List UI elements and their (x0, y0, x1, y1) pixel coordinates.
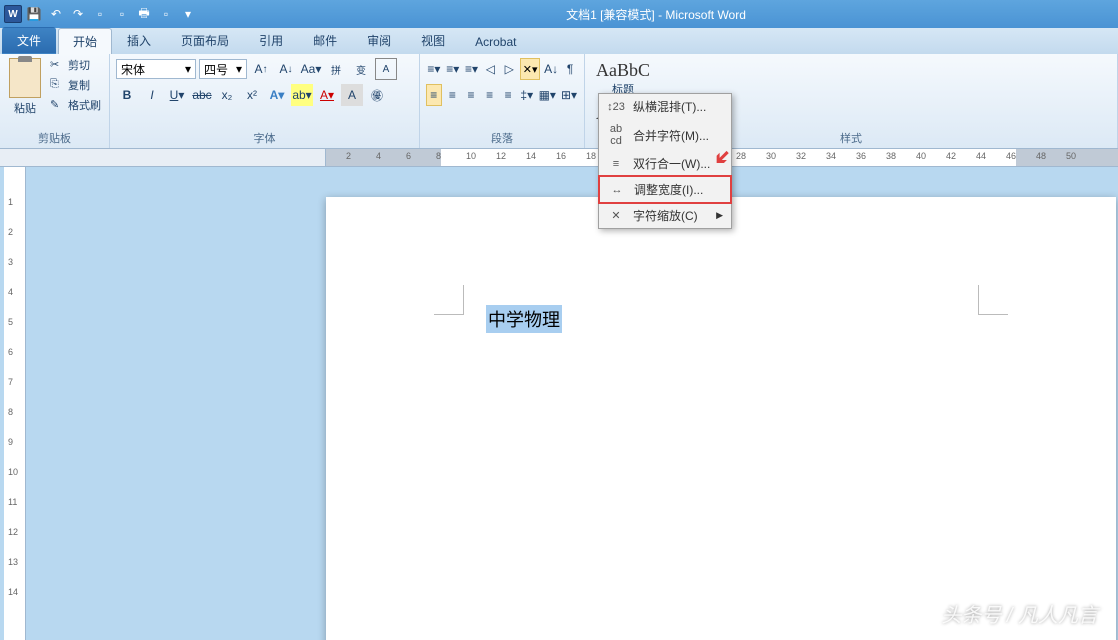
subscript-button[interactable]: x₂ (216, 84, 238, 106)
qat-icon[interactable]: ▫ (156, 4, 176, 24)
copy-button[interactable]: 复制 (48, 76, 103, 94)
fit-width-item[interactable]: ↔调整宽度(I)... (598, 175, 732, 204)
bullets-button[interactable]: ≡▾ (426, 58, 442, 80)
character-shading-button[interactable]: A (341, 84, 363, 106)
multilevel-button[interactable]: ≡▾ (464, 58, 480, 80)
margin-corner-icon (978, 285, 1008, 315)
numbering-button[interactable]: ≡▾ (445, 58, 461, 80)
increase-indent-button[interactable]: ▷ (501, 58, 517, 80)
tab-home[interactable]: 开始 (58, 28, 112, 54)
watermark-text: 头条号 / 凡人凡言 (941, 599, 1098, 628)
qat-icon[interactable]: ▫ (112, 4, 132, 24)
align-center-button[interactable]: ≡ (445, 84, 461, 106)
change-case-button[interactable]: Aa▾ (300, 58, 322, 80)
align-left-button[interactable]: ≡ (426, 84, 442, 106)
quick-access-toolbar: W 💾 ↶ ↷ ▫ ▫ 🖶 ▫ ▾ (4, 4, 198, 24)
twolines-icon: ≡ (607, 158, 625, 170)
shrink-font-button[interactable]: A↓ (275, 58, 297, 80)
strikethrough-button[interactable]: abc (191, 84, 213, 106)
font-group: 宋体▾ 四号▾ A↑ A↓ Aa▾ 拼 变 A B I U▾ abc x₂ x²… (110, 54, 420, 148)
borders-button[interactable]: ⊞▾ (560, 84, 578, 106)
char-scale-item[interactable]: ✕字符缩放(C)▶ (599, 203, 731, 228)
horizontal-ruler[interactable]: 2246810121416182022242628303234363840424… (0, 149, 1118, 167)
fitwidth-icon: ↔ (608, 184, 626, 196)
vertical-text-item[interactable]: ↕23纵横混排(T)... (599, 94, 731, 119)
paste-label: 粘贴 (14, 103, 36, 115)
qat-icon[interactable]: ▫ (90, 4, 110, 24)
chevron-down-icon: ▾ (236, 62, 242, 76)
font-label: 字体 (110, 128, 419, 148)
chevron-down-icon: ▾ (185, 62, 191, 76)
save-icon[interactable]: 💾 (24, 4, 44, 24)
text-effects-button[interactable]: A▾ (266, 84, 288, 106)
tab-acrobat[interactable]: Acrobat (460, 30, 531, 54)
asian-layout-dropdown: ↕23纵横混排(T)... abcd合并字符(M)... ≡双行合一(W)...… (598, 93, 732, 229)
document-page[interactable]: 中学物理 (326, 197, 1116, 640)
paragraph-label: 段落 (420, 128, 584, 148)
paste-button[interactable]: 粘贴 (6, 56, 44, 116)
brush-icon (50, 98, 64, 112)
undo-icon[interactable]: ↶ (46, 4, 66, 24)
character-border-button[interactable]: A (375, 58, 397, 80)
decrease-indent-button[interactable]: ◁ (482, 58, 498, 80)
superscript-button[interactable]: x² (241, 84, 263, 106)
enclose-char-button[interactable]: ㊝ (366, 84, 388, 106)
font-name-combo[interactable]: 宋体▾ (116, 59, 196, 79)
ribbon: 粘贴 剪切 复制 格式刷 剪贴板 宋体▾ 四号▾ A↑ A↓ Aa▾ 拼 变 A… (0, 54, 1118, 149)
clipboard-group: 粘贴 剪切 复制 格式刷 剪贴板 (0, 54, 110, 148)
title-bar: W 💾 ↶ ↷ ▫ ▫ 🖶 ▫ ▾ 文档1 [兼容模式] - Microsoft… (0, 0, 1118, 28)
tab-layout[interactable]: 页面布局 (166, 27, 244, 54)
underline-button[interactable]: U▾ (166, 84, 188, 106)
selected-text[interactable]: 中学物理 (486, 305, 562, 333)
line-spacing-button[interactable]: ‡▾ (519, 84, 535, 106)
font-size-combo[interactable]: 四号▾ (199, 59, 247, 79)
align-right-button[interactable]: ≡ (463, 84, 479, 106)
grow-font-button[interactable]: A↑ (250, 58, 272, 80)
justify-button[interactable]: ≡ (482, 84, 498, 106)
tab-references[interactable]: 引用 (244, 27, 298, 54)
bold-button[interactable]: B (116, 84, 138, 106)
sort-button[interactable]: A↓ (543, 58, 559, 80)
show-marks-button[interactable]: ¶ (562, 58, 578, 80)
highlight-button[interactable]: ab▾ (291, 84, 313, 106)
tab-view[interactable]: 视图 (406, 27, 460, 54)
font-color-button[interactable]: A▾ (316, 84, 338, 106)
paragraph-group: ≡▾ ≡▾ ≡▾ ◁ ▷ ✕▾ A↓ ¶ ≡ ≡ ≡ ≡ ≡ ‡▾ ▦▾ ⊞▾ … (420, 54, 585, 148)
vertical-icon: ↕23 (607, 101, 625, 113)
scale-icon: ✕ (607, 209, 625, 222)
print-icon[interactable]: 🖶 (134, 4, 154, 24)
phonetic-button[interactable]: 拼 (325, 58, 347, 80)
italic-button[interactable]: I (141, 84, 163, 106)
qat-dropdown-icon[interactable]: ▾ (178, 4, 198, 24)
document-area: 1234567891011121314 中学物理 (0, 167, 1118, 640)
word-app-icon[interactable]: W (4, 5, 22, 23)
combine-chars-item[interactable]: abcd合并字符(M)... (599, 119, 731, 151)
clear-format-button[interactable]: 变 (350, 58, 372, 80)
cut-button[interactable]: 剪切 (48, 56, 103, 74)
clipboard-label: 剪贴板 (0, 128, 109, 148)
tab-insert[interactable]: 插入 (112, 27, 166, 54)
submenu-arrow-icon: ▶ (716, 210, 723, 221)
ribbon-tabs: 文件 开始 插入 页面布局 引用 邮件 审阅 视图 Acrobat (0, 28, 1118, 54)
copy-icon (50, 78, 64, 92)
combine-icon: abcd (607, 123, 625, 147)
tab-review[interactable]: 审阅 (352, 27, 406, 54)
shading-button[interactable]: ▦▾ (538, 84, 557, 106)
scissors-icon (50, 58, 64, 72)
redo-icon[interactable]: ↷ (68, 4, 88, 24)
tab-file[interactable]: 文件 (2, 27, 56, 54)
distributed-button[interactable]: ≡ (500, 84, 516, 106)
tab-mailings[interactable]: 邮件 (298, 27, 352, 54)
vertical-ruler[interactable]: 1234567891011121314 (4, 167, 26, 640)
format-painter-button[interactable]: 格式刷 (48, 96, 103, 114)
margin-corner-icon (434, 285, 464, 315)
window-title: 文档1 [兼容模式] - Microsoft Word (198, 6, 1114, 23)
paste-icon (9, 58, 41, 98)
asian-layout-button[interactable]: ✕▾ (520, 58, 540, 80)
